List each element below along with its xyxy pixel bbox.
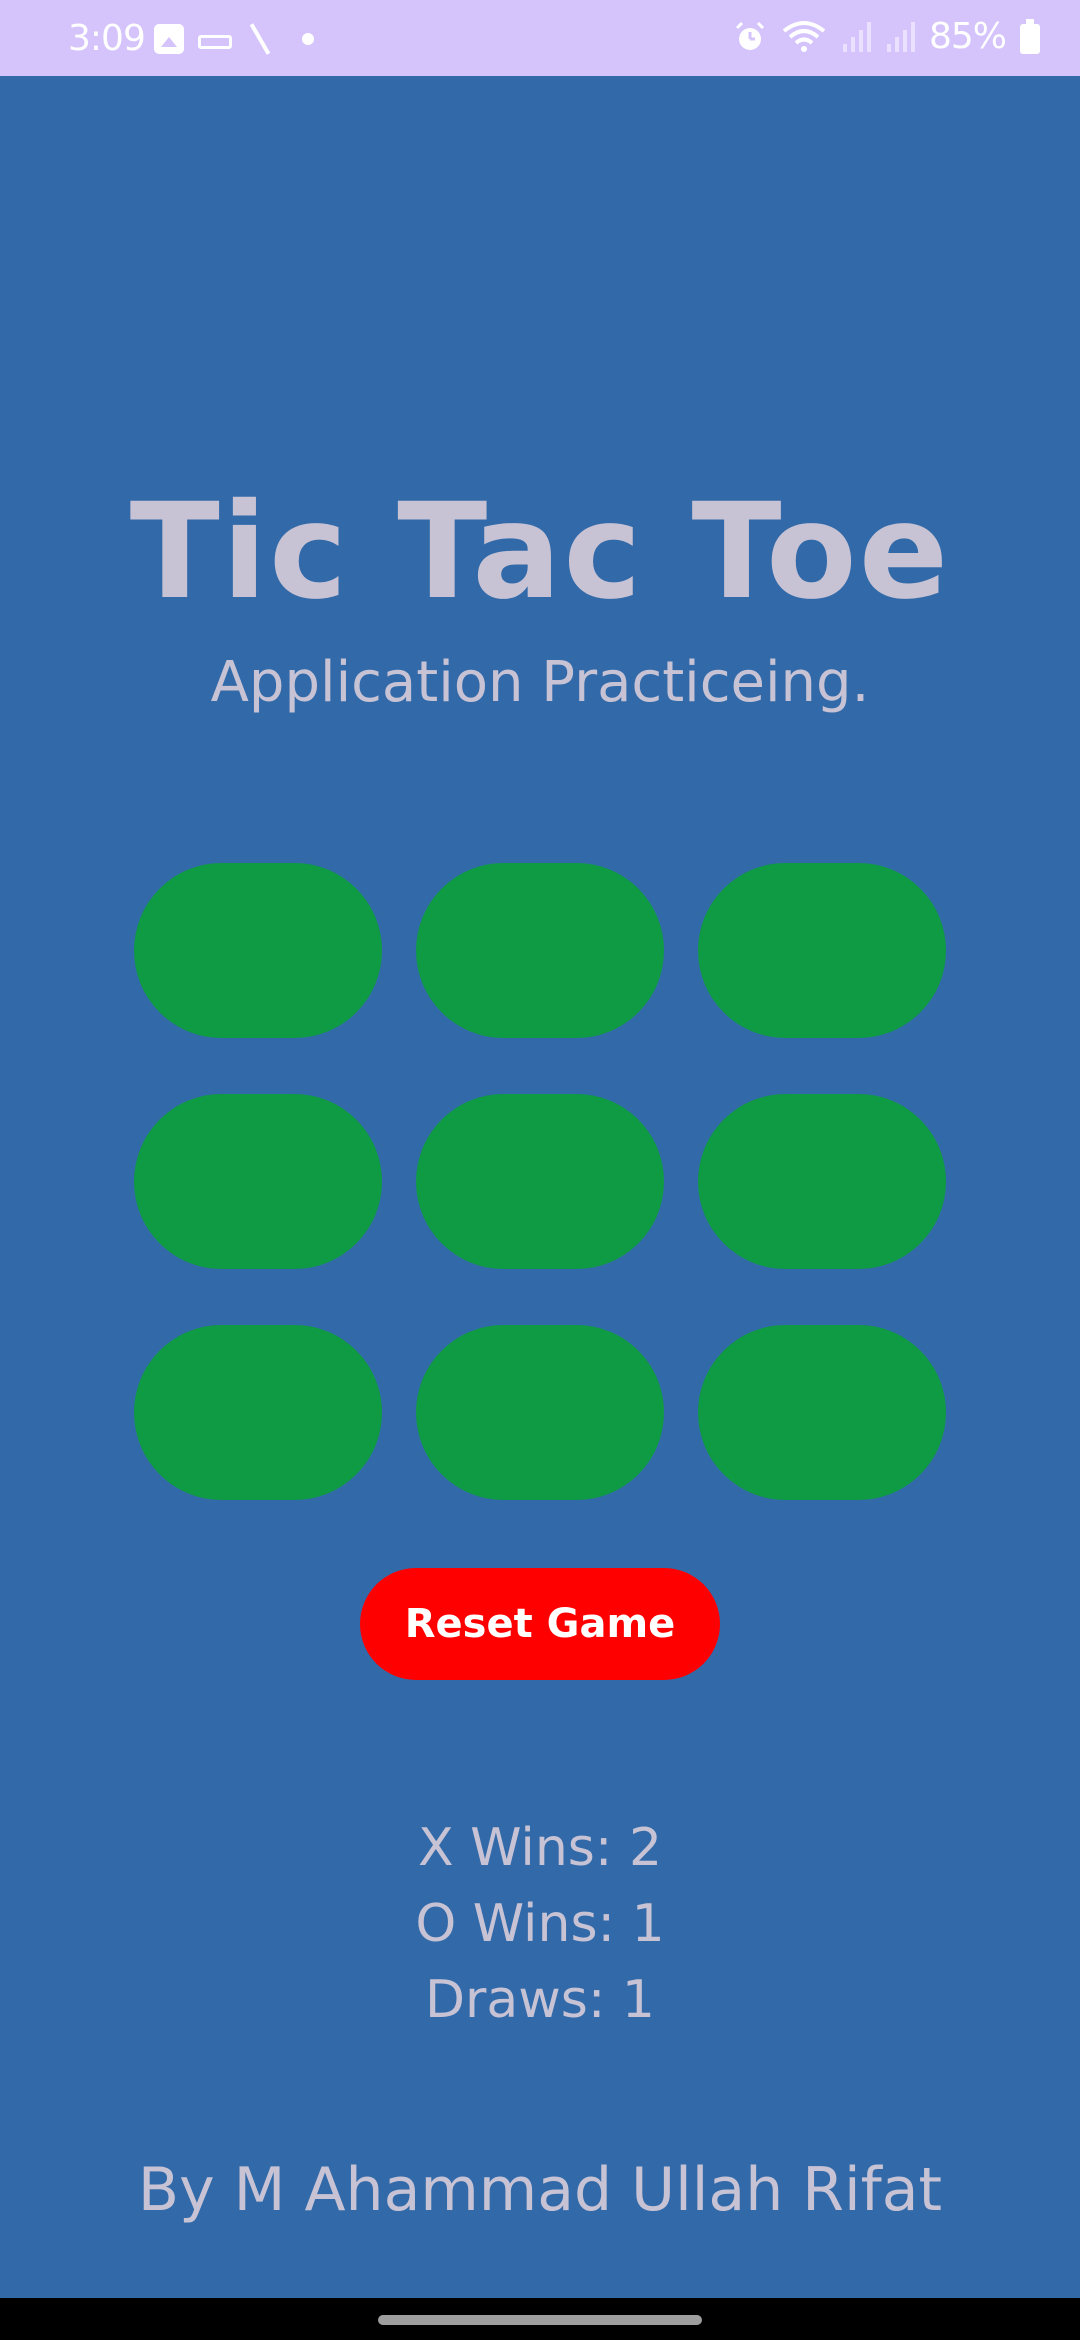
board-cell-9[interactable] [698, 1325, 946, 1500]
reset-game-button[interactable]: Reset Game [360, 1568, 720, 1680]
o-wins-label: O Wins: 1 [415, 1894, 665, 1954]
board-cell-7[interactable] [134, 1325, 382, 1500]
home-gesture-handle[interactable] [378, 2315, 702, 2325]
alarm-icon [735, 21, 765, 50]
game-board [134, 863, 946, 1500]
battery-icon [1020, 18, 1040, 54]
x-wins-label: X Wins: 2 [417, 1818, 663, 1878]
hdmi-icon [198, 35, 232, 49]
app-subtitle: Application Practiceing. [210, 650, 870, 715]
status-right-icons: 85% [733, 16, 1040, 57]
navigation-bar [0, 2298, 1080, 2340]
board-cell-6[interactable] [698, 1094, 946, 1269]
app-title: Tic Tac Toe [129, 475, 951, 629]
gallery-icon [154, 24, 184, 54]
notification-dot-icon [302, 33, 314, 45]
signal-icon [842, 21, 871, 52]
board-cell-8[interactable] [416, 1325, 664, 1500]
board-cell-1[interactable] [134, 863, 382, 1038]
board-cell-5[interactable] [416, 1094, 664, 1269]
board-cell-2[interactable] [416, 863, 664, 1038]
status-left-icons [154, 22, 314, 56]
status-bar: 3:09 85% [0, 0, 1080, 76]
battery-percentage: 85% [928, 16, 1007, 57]
board-cell-4[interactable] [134, 1094, 382, 1269]
signal-icon [886, 21, 915, 52]
scoreboard: X Wins: 2 O Wins: 1 Draws: 1 [0, 1810, 1080, 2038]
wifi-icon [782, 20, 826, 52]
pen-icon [249, 23, 271, 55]
status-time: 3:09 [68, 18, 146, 59]
board-cell-3[interactable] [698, 863, 946, 1038]
author-credit: By M Ahammad Ullah Rifat [137, 2155, 943, 2225]
draws-label: Draws: 1 [424, 1970, 656, 2030]
